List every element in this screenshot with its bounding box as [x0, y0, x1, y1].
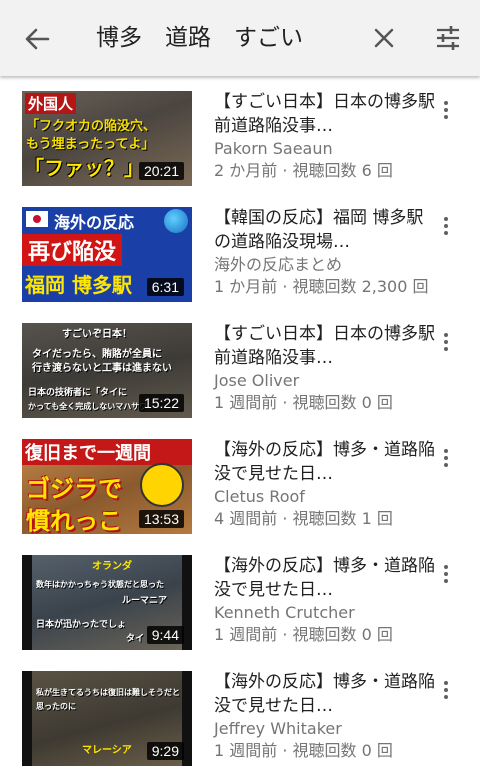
- video-result[interactable]: 海外の反応 再び陥没 福岡 博多駅 6:31 【韓国の反応】福岡 博多駅の道路陥…: [0, 192, 480, 308]
- thumbnail-caption: 再び陥没: [22, 234, 123, 266]
- video-duration: 13:53: [138, 510, 184, 528]
- video-title[interactable]: 【海外の反応】博多・道路陥没で見せた日…: [214, 670, 436, 718]
- video-meta: 【海外の反応】博多・道路陥没で見せた日… Kenneth Crutcher 1 …: [214, 554, 436, 646]
- more-options-icon[interactable]: [434, 678, 458, 702]
- search-query[interactable]: 博多 道路 すごい: [96, 20, 303, 56]
- video-result[interactable]: オランダ 数年はかかっちゃう状態だと思った ルーマニア 日本が迅かったでしょ タ…: [0, 540, 480, 656]
- channel-name: Jeffrey Whitaker: [214, 719, 342, 738]
- video-meta: 【すごい日本】日本の博多駅前道路陥没事… Pakorn Saeaun 2 か月前…: [214, 90, 436, 182]
- video-meta: 【海外の反応】博多・道路陥没で見せた日… Cletus Roof 4 週間前 ·…: [214, 438, 436, 530]
- search-toolbar: 博多 道路 すごい: [0, 0, 480, 76]
- channel-name: Jose Oliver: [214, 371, 300, 390]
- video-result[interactable]: 外国人 「フクオカの陥没穴、 もう埋まったってよ」 「ファッ？」 20:21 【…: [0, 76, 480, 192]
- video-stats: 1 週間前 · 視聴回数 0 回: [214, 393, 393, 412]
- video-stats: 4 週間前 · 視聴回数 1 回: [214, 509, 393, 528]
- video-stats: 2 か月前 · 視聴回数 6 回: [214, 161, 393, 180]
- video-meta: 【韓国の反応】福岡 博多駅の道路陥没現場… 海外の反応まとめ 1 か月前 · 視…: [214, 206, 436, 298]
- video-duration: 15:22: [138, 394, 184, 412]
- video-duration: 9:29: [146, 742, 184, 760]
- video-result[interactable]: すごいぞ日本！ タイだったら、賄賂が全員に 行き渡らないと工事は進まない 日本の…: [0, 308, 480, 424]
- thumbnail-caption: 「フクオカの陥没穴、: [26, 119, 157, 134]
- channel-name: Pakorn Saeaun: [214, 139, 333, 158]
- thumbnail-caption: 日本の技術者に「タイに: [28, 388, 128, 398]
- globe-icon: [164, 209, 188, 233]
- video-meta: 【すごい日本】日本の博多駅前道路陥没事… Jose Oliver 1 週間前 ·…: [214, 322, 436, 414]
- video-duration: 9:44: [146, 626, 184, 644]
- video-title[interactable]: 【すごい日本】日本の博多駅前道路陥没事…: [214, 322, 436, 370]
- video-thumbnail[interactable]: 私が生きてるうちは復旧は難しそうだと 思ったのに マレーシア 9:29: [22, 671, 192, 766]
- filter-icon[interactable]: [434, 24, 462, 52]
- more-options-icon[interactable]: [434, 330, 458, 354]
- thumbnail-caption: 海外の反応: [54, 213, 135, 232]
- video-thumbnail[interactable]: 復旧まで一週間 ゴジラで 慣れっこ 13:53: [22, 439, 192, 534]
- channel-name: Kenneth Crutcher: [214, 603, 355, 622]
- thumbnail-caption: 私が生きてるうちは復旧は難しそうだと: [36, 688, 180, 697]
- video-thumbnail[interactable]: 外国人 「フクオカの陥没穴、 もう埋まったってよ」 「ファッ？」 20:21: [22, 91, 192, 186]
- close-icon[interactable]: [372, 26, 396, 50]
- thumbnail-caption: 慣れっこ: [26, 507, 122, 534]
- japan-flag-icon: [26, 211, 48, 227]
- video-result[interactable]: 私が生きてるうちは復旧は難しそうだと 思ったのに マレーシア 9:29 【海外の…: [0, 656, 480, 772]
- thumbnail-caption: タイだったら、賄賂が全員に: [32, 349, 162, 360]
- thumbnail-caption: 行き渡らないと工事は進まない: [32, 363, 172, 374]
- video-thumbnail[interactable]: オランダ 数年はかかっちゃう状態だと思った ルーマニア 日本が迅かったでしょ タ…: [22, 555, 192, 650]
- video-thumbnail[interactable]: すごいぞ日本！ タイだったら、賄賂が全員に 行き渡らないと工事は進まない 日本の…: [22, 323, 192, 418]
- thumbnail-caption: タイ: [126, 634, 145, 644]
- thumbnail-caption: もう埋まったってよ」: [26, 137, 155, 152]
- more-options-icon[interactable]: [434, 214, 458, 238]
- thumbnail-caption: 「ファッ？」: [24, 156, 144, 180]
- thumbnail-caption: 数年はかかっちゃう状態だと思った: [36, 580, 164, 589]
- video-result[interactable]: 復旧まで一週間 ゴジラで 慣れっこ 13:53 【海外の反応】博多・道路陥没で見…: [0, 424, 480, 540]
- thumbnail-caption: ゴジラで: [26, 475, 122, 503]
- video-title[interactable]: 【海外の反応】博多・道路陥没で見せた日…: [214, 438, 436, 486]
- video-stats: 1 週間前 · 視聴回数 0 回: [214, 625, 393, 644]
- video-stats: 1 週間前 · 視聴回数 0 回: [214, 741, 393, 760]
- video-duration: 20:21: [138, 162, 184, 180]
- video-duration: 6:31: [146, 278, 184, 296]
- video-meta: 【海外の反応】博多・道路陥没で見せた日… Jeffrey Whitaker 1 …: [214, 670, 436, 762]
- video-title[interactable]: 【すごい日本】日本の博多駅前道路陥没事…: [214, 90, 436, 138]
- thumbnail-caption: 福岡 博多駅: [25, 273, 132, 297]
- thumbnail-caption: 思ったのに: [36, 702, 76, 711]
- thumbnail-caption: かっても全く完成しないマハサワ: [28, 402, 148, 411]
- more-options-icon[interactable]: [434, 446, 458, 470]
- back-arrow-icon[interactable]: [22, 24, 52, 54]
- thumbnail-caption: 外国人: [25, 93, 77, 114]
- thumbnail-caption: 復旧まで一週間: [22, 439, 192, 465]
- thumbnail-caption: すごいぞ日本！: [62, 329, 132, 340]
- video-title[interactable]: 【海外の反応】博多・道路陥没で見せた日…: [214, 554, 436, 602]
- more-options-icon[interactable]: [434, 98, 458, 122]
- video-thumbnail[interactable]: 海外の反応 再び陥没 福岡 博多駅 6:31: [22, 207, 192, 302]
- more-options-icon[interactable]: [434, 562, 458, 586]
- channel-name: Cletus Roof: [214, 487, 305, 506]
- thumbnail-caption: ルーマニア: [122, 596, 168, 606]
- thumbnail-caption: オランダ: [92, 561, 132, 572]
- smiley-icon: [140, 463, 184, 507]
- video-stats: 1 か月前 · 視聴回数 2,300 回: [214, 277, 429, 296]
- video-title[interactable]: 【韓国の反応】福岡 博多駅の道路陥没現場…: [214, 206, 436, 254]
- thumbnail-caption: 日本が迅かったでしょ: [36, 620, 127, 630]
- channel-name: 海外の反応まとめ: [214, 255, 343, 274]
